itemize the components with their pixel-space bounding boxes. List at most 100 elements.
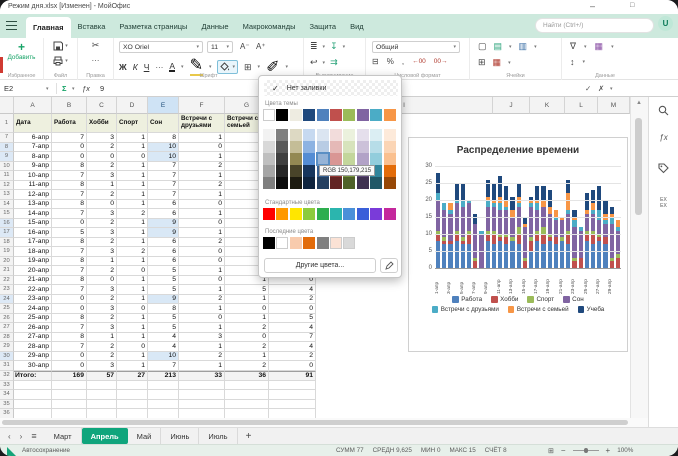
value-cell[interactable]: 4 [269, 323, 316, 333]
value-cell[interactable]: 2 [87, 219, 117, 229]
value-cell[interactable]: 6 [148, 257, 179, 267]
value-cell[interactable]: 8 [52, 200, 87, 210]
align-icon[interactable]: ≣ [310, 41, 318, 52]
row-header-9[interactable]: 9 [0, 152, 14, 162]
column-header-B[interactable]: B [52, 97, 87, 114]
row-header-25[interactable]: 25 [0, 304, 14, 314]
tint-swatch[interactable] [263, 177, 275, 189]
tint-swatch[interactable] [370, 153, 382, 165]
value-cell[interactable]: 1 [117, 314, 148, 324]
chart-bar[interactable] [436, 173, 440, 268]
tint-swatch[interactable] [370, 129, 382, 141]
value-cell[interactable]: 1 [179, 133, 225, 143]
date-cell[interactable]: 16-апр [14, 228, 52, 238]
tint-swatch[interactable] [276, 165, 288, 177]
chart-bar[interactable] [616, 220, 620, 268]
chart-bar[interactable] [535, 186, 539, 268]
value-cell[interactable]: 0 [87, 276, 117, 286]
empty-cell[interactable] [148, 409, 179, 418]
row-header-28[interactable]: 28 [0, 333, 14, 343]
empty-cell[interactable] [179, 409, 225, 418]
value-cell[interactable]: 1 [179, 228, 225, 238]
no-fill-option[interactable]: ✓ Нет заливки [264, 80, 398, 96]
value-cell[interactable]: 9 [148, 295, 179, 305]
value-cell[interactable]: 6 [148, 247, 179, 257]
value-cell[interactable]: 1 [179, 171, 225, 181]
tint-swatch[interactable] [330, 141, 342, 153]
value-cell[interactable]: 2 [87, 342, 117, 352]
date-cell[interactable]: 12-апр [14, 190, 52, 200]
value-cell[interactable]: 1 [117, 219, 148, 229]
format-painter-caret-icon[interactable]: ▾ [285, 64, 288, 70]
row-header-8[interactable]: 8 [0, 143, 14, 153]
chart-bar[interactable] [473, 214, 477, 268]
row-header-23[interactable]: 23 [0, 285, 14, 295]
minimize-button[interactable]: – [590, 1, 595, 11]
tint-swatch[interactable] [343, 141, 355, 153]
date-cell[interactable]: 7-апр [14, 143, 52, 153]
value-cell[interactable]: 0 [179, 143, 225, 153]
row-header-22[interactable]: 22 [0, 276, 14, 286]
standard-color-swatch[interactable] [303, 208, 315, 220]
font-size-select[interactable]: 11▾ [207, 41, 233, 53]
chart-bar[interactable] [517, 183, 521, 268]
value-cell[interactable]: 1 [117, 200, 148, 210]
tint-swatch[interactable] [330, 177, 342, 189]
value-cell[interactable]: 8 [52, 276, 87, 286]
value-cell[interactable]: 2 [87, 162, 117, 172]
chart-bar[interactable] [554, 210, 558, 268]
tint-swatch[interactable] [263, 129, 275, 141]
header-cell-4[interactable]: Спорт [117, 114, 148, 133]
value-cell[interactable]: 1 [179, 361, 225, 371]
row-header-16[interactable]: 16 [0, 219, 14, 229]
row-header-1[interactable]: 1 [0, 114, 14, 133]
value-cell[interactable]: 3 [87, 247, 117, 257]
tint-swatch[interactable] [276, 141, 288, 153]
tint-swatch[interactable] [317, 141, 329, 153]
value-cell[interactable]: 1 [117, 143, 148, 153]
totals-value-cell[interactable]: 169 [52, 371, 87, 381]
more-colors-button[interactable]: Другие цвета... [264, 258, 376, 273]
value-cell[interactable]: 0 [52, 352, 87, 362]
tint-swatch[interactable] [357, 129, 369, 141]
value-cell[interactable]: 2 [87, 352, 117, 362]
recent-color-swatch[interactable] [290, 237, 302, 249]
value-cell[interactable]: 2 [87, 238, 117, 248]
value-cell[interactable]: 2 [269, 352, 316, 362]
borders-icon[interactable]: ⊞ [244, 62, 252, 73]
chart-bar[interactable] [442, 203, 446, 268]
zoom-slider-handle[interactable] [584, 448, 589, 453]
chart-panel[interactable]: Распределение времени 051015202530 1-апр… [408, 137, 628, 352]
value-cell[interactable]: 1 [117, 361, 148, 371]
recent-color-swatch[interactable] [263, 237, 275, 249]
print-caret-icon[interactable]: ▾ [65, 58, 68, 64]
empty-cell[interactable] [179, 390, 225, 400]
sheet-tab-Апрель[interactable]: Апрель [82, 428, 128, 444]
empty-cell[interactable] [269, 409, 316, 418]
tint-swatch[interactable] [357, 153, 369, 165]
chart-bar[interactable] [448, 203, 452, 268]
cancel-icon[interactable]: ✗ [598, 82, 604, 95]
ribbon-tab-Данные[interactable]: Данные [194, 14, 235, 38]
save-icon[interactable] [53, 41, 63, 51]
scroll-up-icon[interactable]: ▲ [636, 100, 642, 106]
value-cell[interactable]: 4 [148, 333, 179, 343]
date-cell[interactable]: 19-апр [14, 257, 52, 267]
zoom-in-button[interactable]: + [606, 446, 611, 455]
tint-swatch[interactable] [330, 129, 342, 141]
vertical-align-icon[interactable]: ↧ [330, 41, 338, 52]
row-header-31[interactable]: 31 [0, 361, 14, 371]
date-cell[interactable]: 24-апр [14, 304, 52, 314]
menu-icon[interactable] [6, 21, 17, 30]
ribbon-tab-Макрокоманды[interactable]: Макрокоманды [236, 14, 303, 38]
value-cell[interactable]: 7 [52, 133, 87, 143]
value-cell[interactable]: 5 [148, 266, 179, 276]
row-header-13[interactable]: 13 [0, 190, 14, 200]
chart-bar[interactable] [492, 183, 496, 268]
value-cell[interactable]: 1 [117, 171, 148, 181]
value-cell[interactable]: 1 [225, 352, 269, 362]
ribbon-tab-Вид[interactable]: Вид [343, 14, 371, 38]
date-cell[interactable]: 13-апр [14, 200, 52, 210]
formula-input[interactable]: 9 [100, 82, 104, 95]
tint-swatch[interactable] [303, 165, 315, 177]
